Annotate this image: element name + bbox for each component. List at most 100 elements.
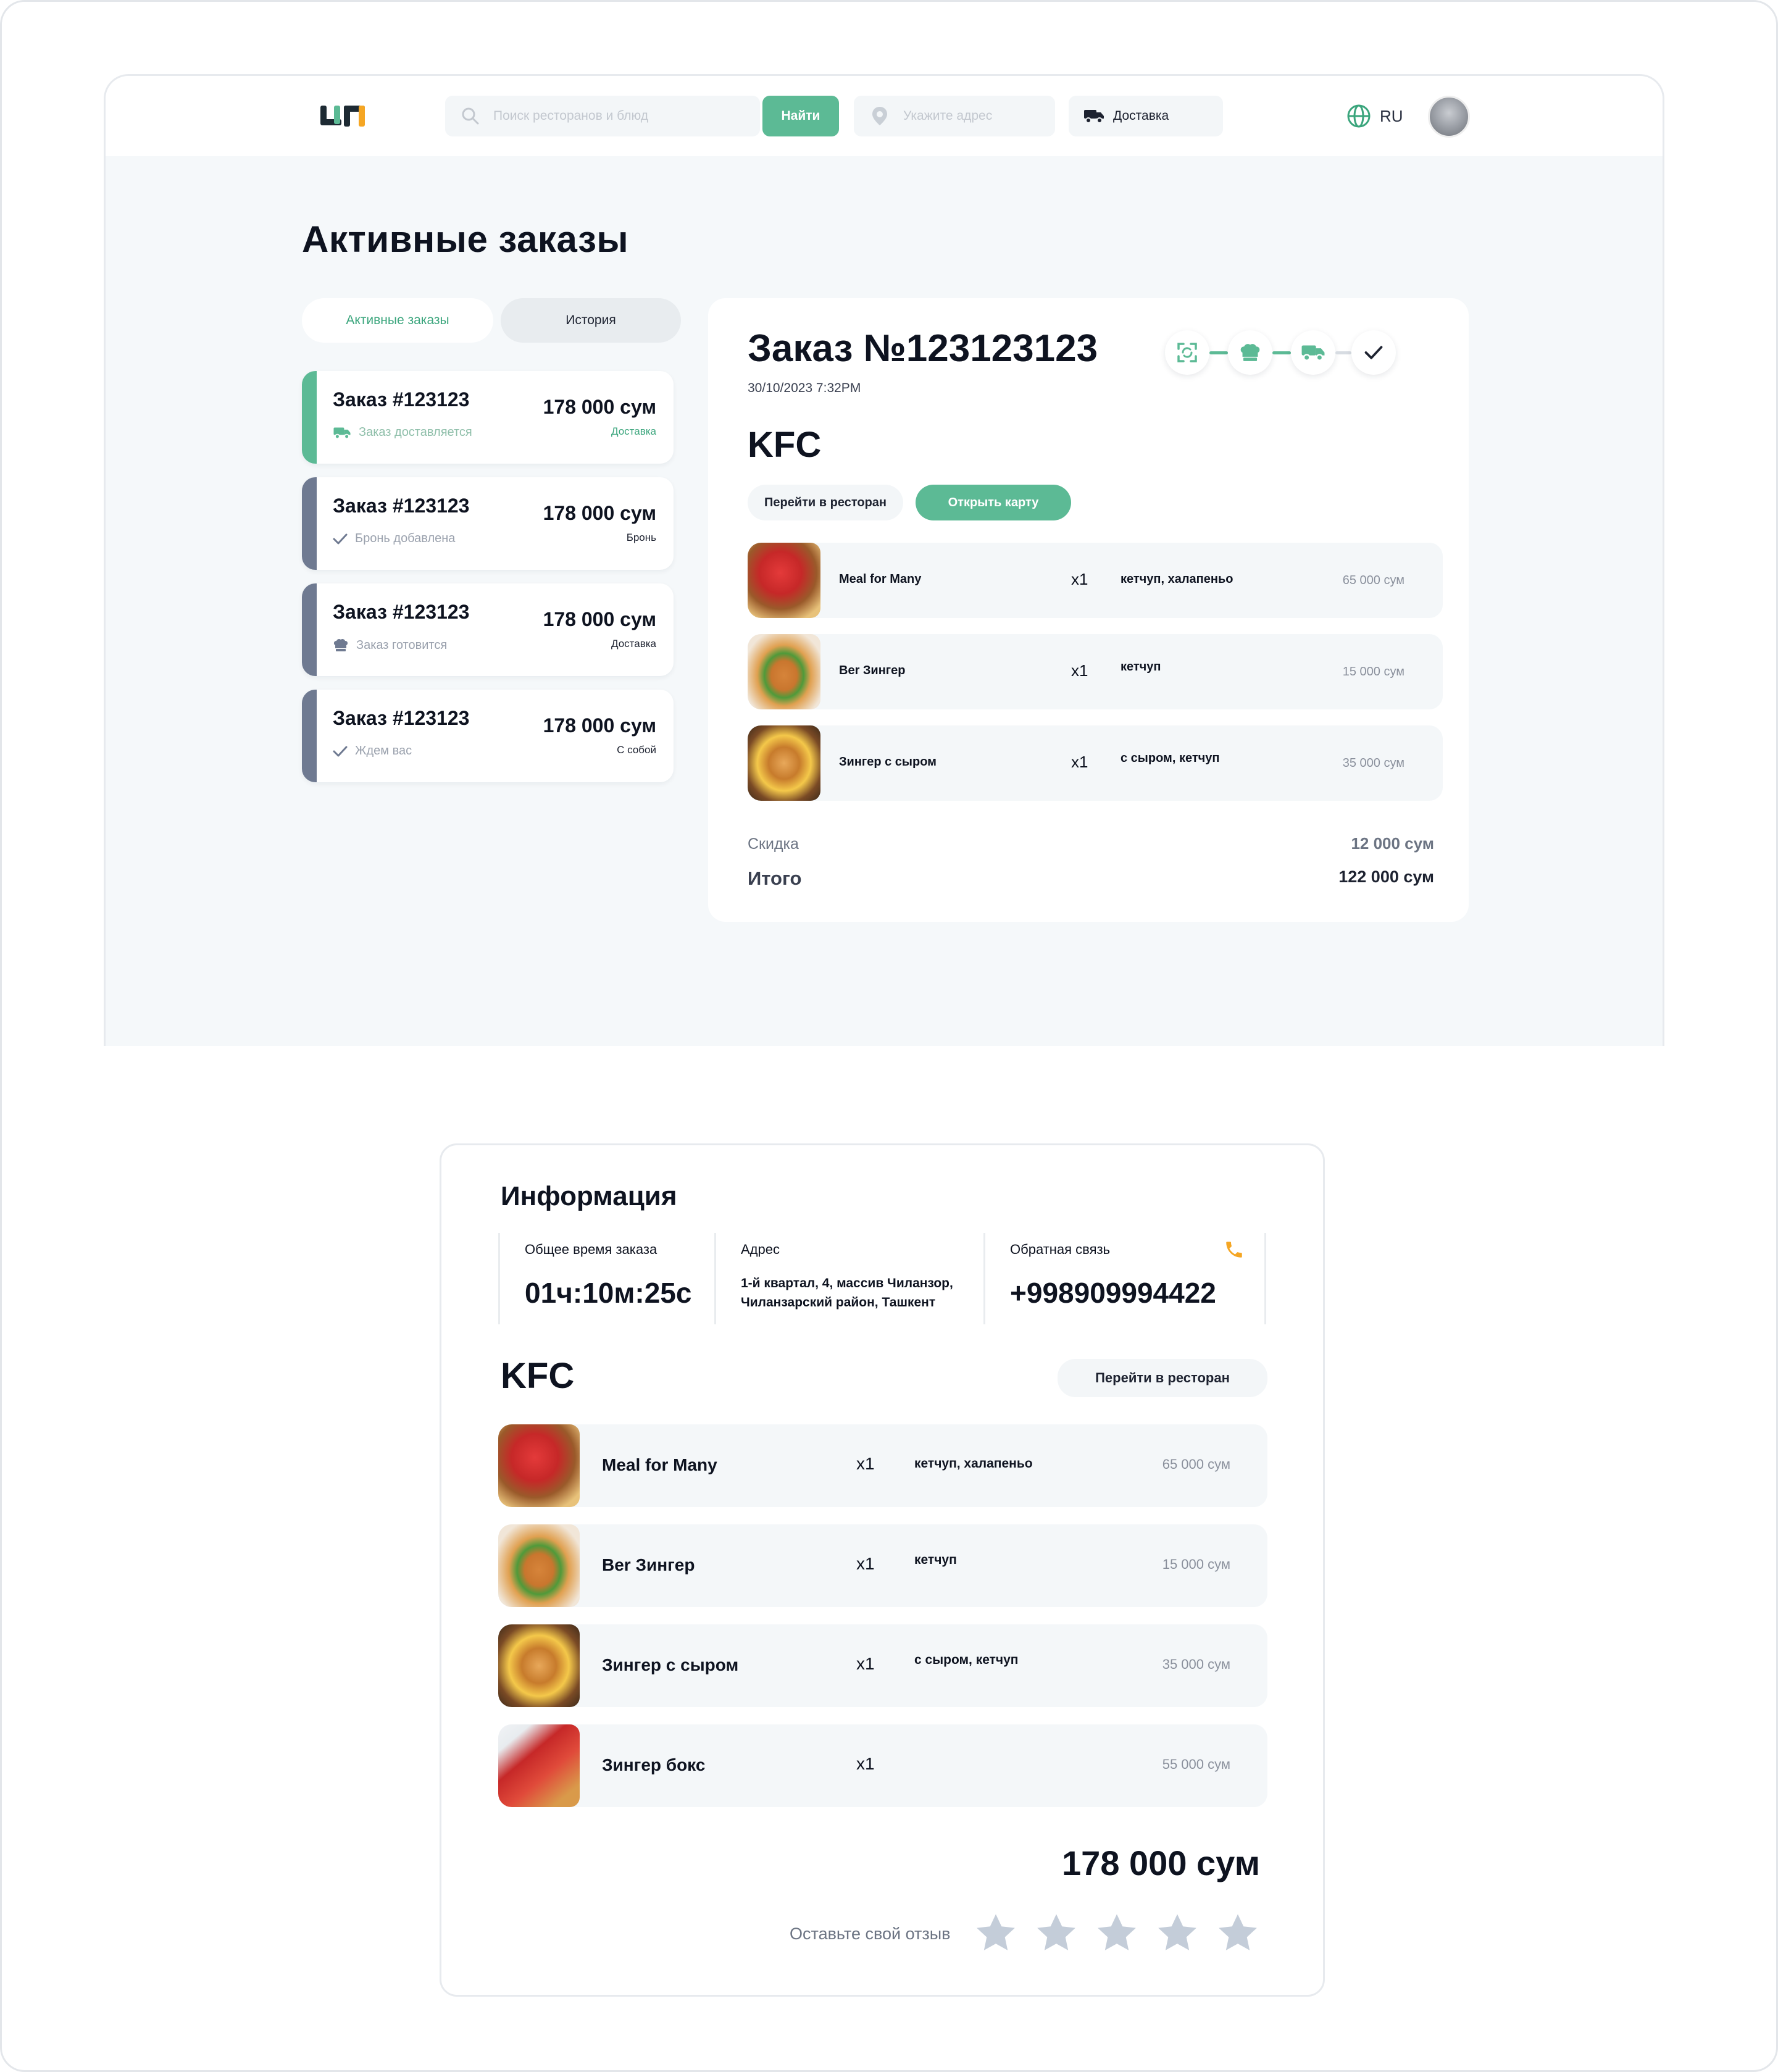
item-extras: с сыром, кетчуп xyxy=(914,1653,1019,1667)
address-cell: Адрес 1-й квартал, 4, массив Чиланзор, Ч… xyxy=(714,1233,983,1324)
item-name: Ber Зингер xyxy=(602,1555,695,1574)
search-field[interactable]: Поиск ресторанов и блюд xyxy=(445,96,760,136)
star-icon[interactable] xyxy=(1155,1911,1200,1955)
order-accent-bar xyxy=(302,371,317,464)
item-qty: x1 xyxy=(1071,570,1088,588)
order-item-row: Зингер бокс x1 55 000 сум xyxy=(498,1724,1267,1807)
language-label: RU xyxy=(1380,106,1403,125)
phone-number[interactable]: +998909994422 xyxy=(1010,1276,1216,1310)
address-label: Адрес xyxy=(741,1242,780,1257)
item-extras: кетчуп xyxy=(1121,660,1161,674)
address-line: 1-й квартал, 4, массив Чиланзор, xyxy=(741,1276,953,1290)
info-title: Информация xyxy=(501,1181,677,1211)
food-image xyxy=(498,1424,580,1507)
go-to-restaurant-button[interactable]: Перейти в ресторан xyxy=(748,485,903,520)
star-icon[interactable] xyxy=(1216,1911,1260,1955)
item-price: 65 000 сум xyxy=(1162,1456,1230,1472)
order-item-row: Meal for Many x1 кетчуп, халапеньо 65 00… xyxy=(498,1424,1267,1507)
rating-stars[interactable] xyxy=(974,1911,1260,1955)
item-price: 15 000 сум xyxy=(1162,1556,1230,1572)
item-qty: x1 xyxy=(856,1554,875,1573)
step-delivering xyxy=(1291,330,1335,375)
address-line: Чиланзарский район, Ташкент xyxy=(741,1295,936,1310)
discount-label: Скидка xyxy=(748,835,799,853)
order-status-text: Заказ доставляется xyxy=(359,425,472,439)
order-type: С собой xyxy=(617,744,656,756)
order-datetime: 30/10/2023 7:32PM xyxy=(748,381,861,395)
order-accent-bar xyxy=(302,477,317,570)
step-connector xyxy=(1272,351,1291,354)
address-placeholder: Укажите адрес xyxy=(903,109,993,123)
go-to-restaurant-button[interactable]: Перейти в ресторан xyxy=(1058,1359,1267,1397)
chef-hat-icon xyxy=(1240,344,1260,361)
address-field[interactable]: Укажите адрес xyxy=(854,96,1055,136)
item-qty: x1 xyxy=(1071,661,1088,680)
order-item-row: Meal for Many x1 кетчуп, халапеньо 65 00… xyxy=(748,543,1443,618)
order-price: 178 000 сум xyxy=(543,608,656,630)
total-value: 122 000 сум xyxy=(1338,867,1434,886)
order-time-label: Общее время заказа xyxy=(525,1242,657,1257)
item-extras: кетчуп, халапеньо xyxy=(1121,572,1233,586)
truck-icon xyxy=(333,427,351,439)
language-switcher[interactable]: RU xyxy=(1346,102,1403,130)
star-icon[interactable] xyxy=(1034,1911,1079,1955)
user-avatar[interactable] xyxy=(1428,96,1470,138)
item-name: Зингер с сыром xyxy=(839,755,937,769)
order-price: 178 000 сум xyxy=(543,714,656,737)
order-detail-panel: Заказ №123123123 30/10/2023 7:32PM KFC П… xyxy=(708,298,1469,922)
item-price: 35 000 сум xyxy=(1162,1656,1230,1672)
order-info-card: Информация Общее время заказа 01ч:10м:25… xyxy=(440,1143,1325,1997)
order-price: 178 000 сум xyxy=(543,396,656,418)
open-map-button[interactable]: Открыть карту xyxy=(916,485,1071,520)
item-qty: x1 xyxy=(856,1454,875,1473)
order-price: 178 000 сум xyxy=(543,502,656,524)
check-icon xyxy=(333,746,348,756)
food-image xyxy=(748,725,820,801)
top-header: Поиск ресторанов и блюд Найти Укажите ад… xyxy=(106,76,1663,156)
order-card[interactable]: Заказ #123123 Заказ доставляется 178 000… xyxy=(302,371,674,464)
tab-history[interactable]: История xyxy=(501,298,681,343)
item-qty: x1 xyxy=(856,1654,875,1673)
step-done xyxy=(1351,330,1396,375)
active-orders-screen: Поиск ресторанов и блюд Найти Укажите ад… xyxy=(104,74,1664,1046)
delivery-mode-select[interactable]: Доставка xyxy=(1069,96,1223,136)
item-price: 15 000 сум xyxy=(1342,665,1404,679)
star-icon[interactable] xyxy=(1095,1911,1139,1955)
order-card[interactable]: Заказ #123123 Бронь добавлена 178 000 су… xyxy=(302,477,674,570)
review-label: Оставьте свой отзыв xyxy=(790,1924,951,1943)
item-price: 55 000 сум xyxy=(1162,1757,1230,1772)
item-qty: x1 xyxy=(1071,753,1088,771)
food-image xyxy=(498,1524,580,1607)
order-card[interactable]: Заказ #123123 Заказ готовится 178 000 су… xyxy=(302,583,674,676)
order-status: Бронь добавлена xyxy=(333,532,455,546)
order-item-row: Ber Зингер x1 кетчуп 15 000 сум xyxy=(748,634,1443,709)
location-pin-icon xyxy=(872,107,887,125)
discount-value: 12 000 сум xyxy=(1351,834,1434,853)
item-name: Зингер бокс xyxy=(602,1755,706,1774)
item-name: Meal for Many xyxy=(602,1455,717,1474)
order-time-value: 01ч:10м:25с xyxy=(525,1277,692,1309)
order-accent-bar xyxy=(302,690,317,782)
order-type: Доставка xyxy=(611,425,656,437)
truck-icon xyxy=(1301,345,1325,361)
item-qty: x1 xyxy=(856,1754,875,1773)
item-name: Зингер с сыром xyxy=(602,1655,739,1674)
star-icon[interactable] xyxy=(974,1911,1018,1955)
order-item-row: Зингер с сыром x1 с сыром, кетчуп 35 000… xyxy=(748,725,1443,801)
phone-icon[interactable] xyxy=(1224,1239,1245,1260)
check-icon xyxy=(333,533,348,544)
item-extras: с сыром, кетчуп xyxy=(1121,751,1220,765)
total-label: Итого xyxy=(748,867,802,889)
order-accent-bar xyxy=(302,583,317,676)
order-status: Ждем вас xyxy=(333,744,412,758)
order-progress-steps xyxy=(1165,330,1396,375)
logo[interactable] xyxy=(319,102,370,132)
order-card[interactable]: Заказ #123123 Ждем вас 178 000 сум С соб… xyxy=(302,690,674,782)
item-extras: кетчуп, халапеньо xyxy=(914,1456,1033,1471)
order-status: Заказ доставляется xyxy=(333,425,472,440)
tab-active-orders[interactable]: Активные заказы xyxy=(302,298,493,343)
globe-icon xyxy=(1347,104,1371,128)
find-button[interactable]: Найти xyxy=(762,96,839,136)
order-status-text: Ждем вас xyxy=(355,744,412,758)
food-image xyxy=(498,1724,580,1807)
